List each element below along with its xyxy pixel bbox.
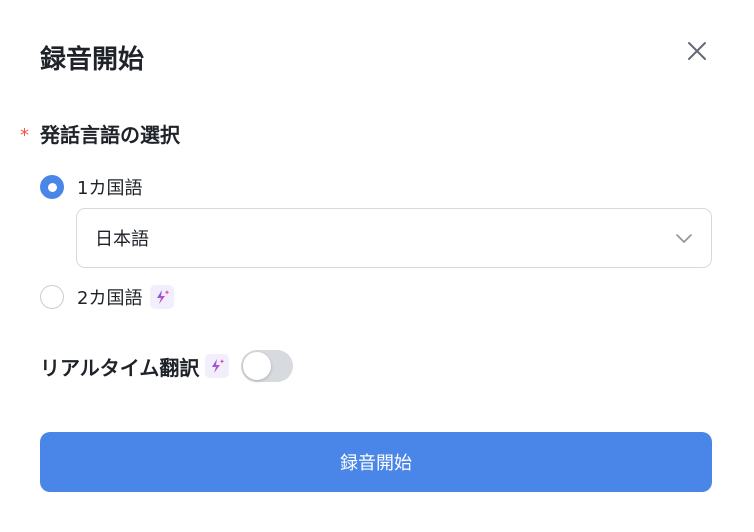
radio-option-two-languages[interactable]: 2カ国語 xyxy=(40,284,175,310)
close-icon xyxy=(688,42,706,60)
language-select[interactable]: 日本語 xyxy=(76,208,712,268)
toggle-knob xyxy=(243,352,272,380)
ai-sparkle-icon xyxy=(150,285,175,309)
dialog-title: 録音開始 xyxy=(40,45,145,75)
language-select-value: 日本語 xyxy=(95,229,149,250)
radio-button-checked[interactable] xyxy=(40,175,64,199)
close-button[interactable] xyxy=(682,36,712,66)
realtime-translation-toggle[interactable] xyxy=(241,350,294,382)
radio-option-label: 2カ国語 xyxy=(77,288,143,309)
start-recording-button[interactable]: 録音開始 xyxy=(40,432,712,492)
chevron-down-icon xyxy=(676,234,692,243)
language-field-label: * 発話言語の選択 xyxy=(20,118,180,148)
realtime-translation-row: リアルタイム翻訳 xyxy=(40,348,294,384)
radio-button-unchecked[interactable] xyxy=(40,285,64,309)
required-mark: * xyxy=(20,125,29,146)
radio-option-one-language[interactable]: 1カ国語 xyxy=(40,174,142,200)
ai-sparkle-icon xyxy=(205,354,230,378)
radio-option-label: 1カ国語 xyxy=(77,178,143,199)
start-recording-dialog: 録音開始 * 発話言語の選択 1カ国語 日本語 2カ国語 リアルタイム翻訳 録音… xyxy=(0,0,754,532)
realtime-translation-label: リアルタイム翻訳 xyxy=(40,355,200,380)
language-field-label-text: 発話言語の選択 xyxy=(40,122,180,147)
